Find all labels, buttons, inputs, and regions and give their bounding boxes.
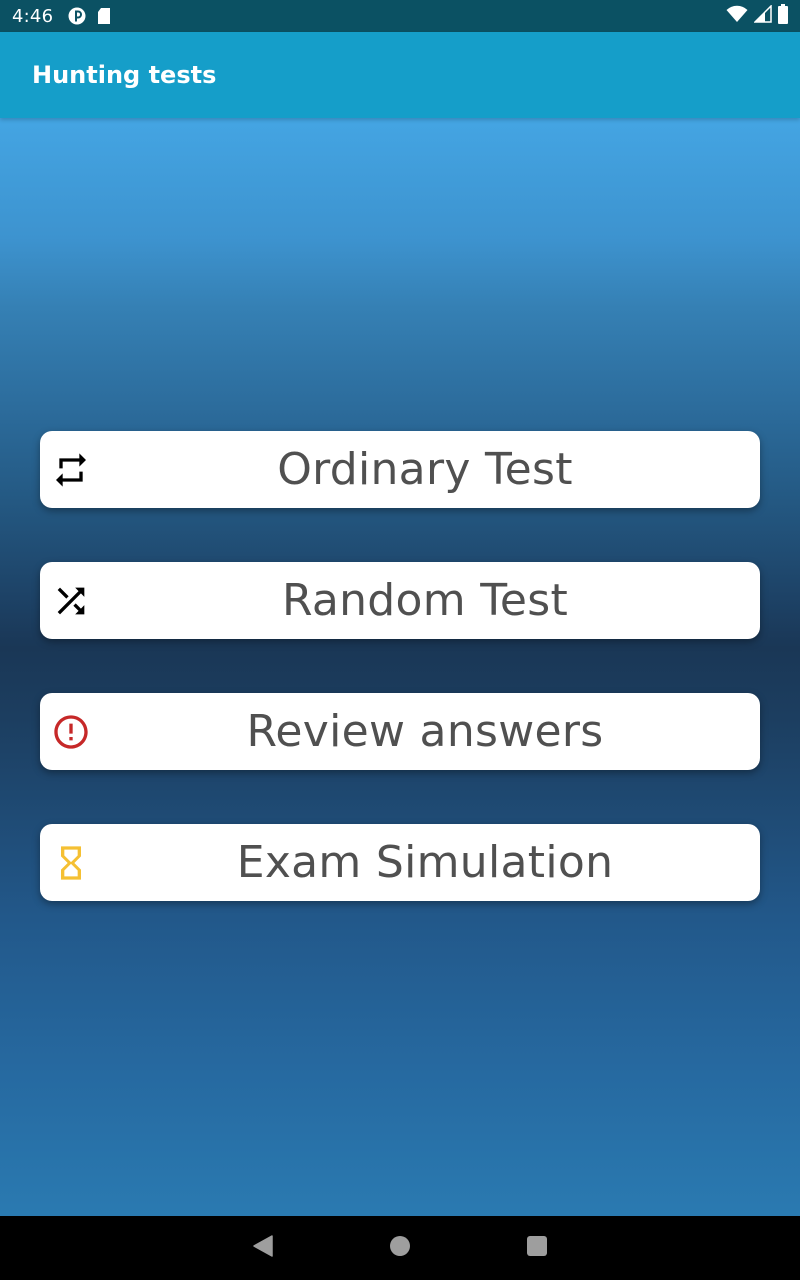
exam-simulation-label: Exam Simulation: [236, 837, 614, 888]
app-title: Hunting tests: [32, 61, 217, 89]
back-button[interactable]: [243, 1228, 283, 1268]
back-icon: [252, 1234, 274, 1263]
home-icon: [389, 1235, 411, 1262]
sd-card-icon: [97, 7, 111, 25]
battery-icon: [778, 3, 788, 29]
shuffle-icon: [51, 581, 91, 621]
repeat-icon: [51, 450, 91, 490]
review-answers-label: Review answers: [246, 706, 604, 757]
error-outline-icon: [51, 712, 91, 752]
exam-simulation-button[interactable]: Exam Simulation: [40, 824, 760, 901]
recents-button[interactable]: [517, 1228, 557, 1268]
random-test-button[interactable]: Random Test: [40, 562, 760, 639]
random-test-label: Random Test: [281, 575, 569, 626]
review-answers-button[interactable]: Review answers: [40, 693, 760, 770]
data-saver-icon: [67, 6, 87, 26]
navigation-bar: [0, 1216, 800, 1280]
wifi-icon: [726, 5, 748, 28]
cellular-signal-icon: [753, 3, 772, 28]
app-bar: Hunting tests: [0, 32, 800, 118]
ordinary-test-button[interactable]: Ordinary Test: [40, 431, 760, 508]
ordinary-test-label: Ordinary Test: [277, 444, 573, 495]
hourglass-icon: [51, 843, 91, 883]
home-button[interactable]: [380, 1228, 420, 1268]
main-content: Ordinary Test Random Test Review answers…: [0, 118, 800, 1216]
recents-icon: [526, 1235, 548, 1262]
status-time: 4:46: [12, 5, 54, 27]
status-bar: 4:46: [0, 0, 800, 32]
